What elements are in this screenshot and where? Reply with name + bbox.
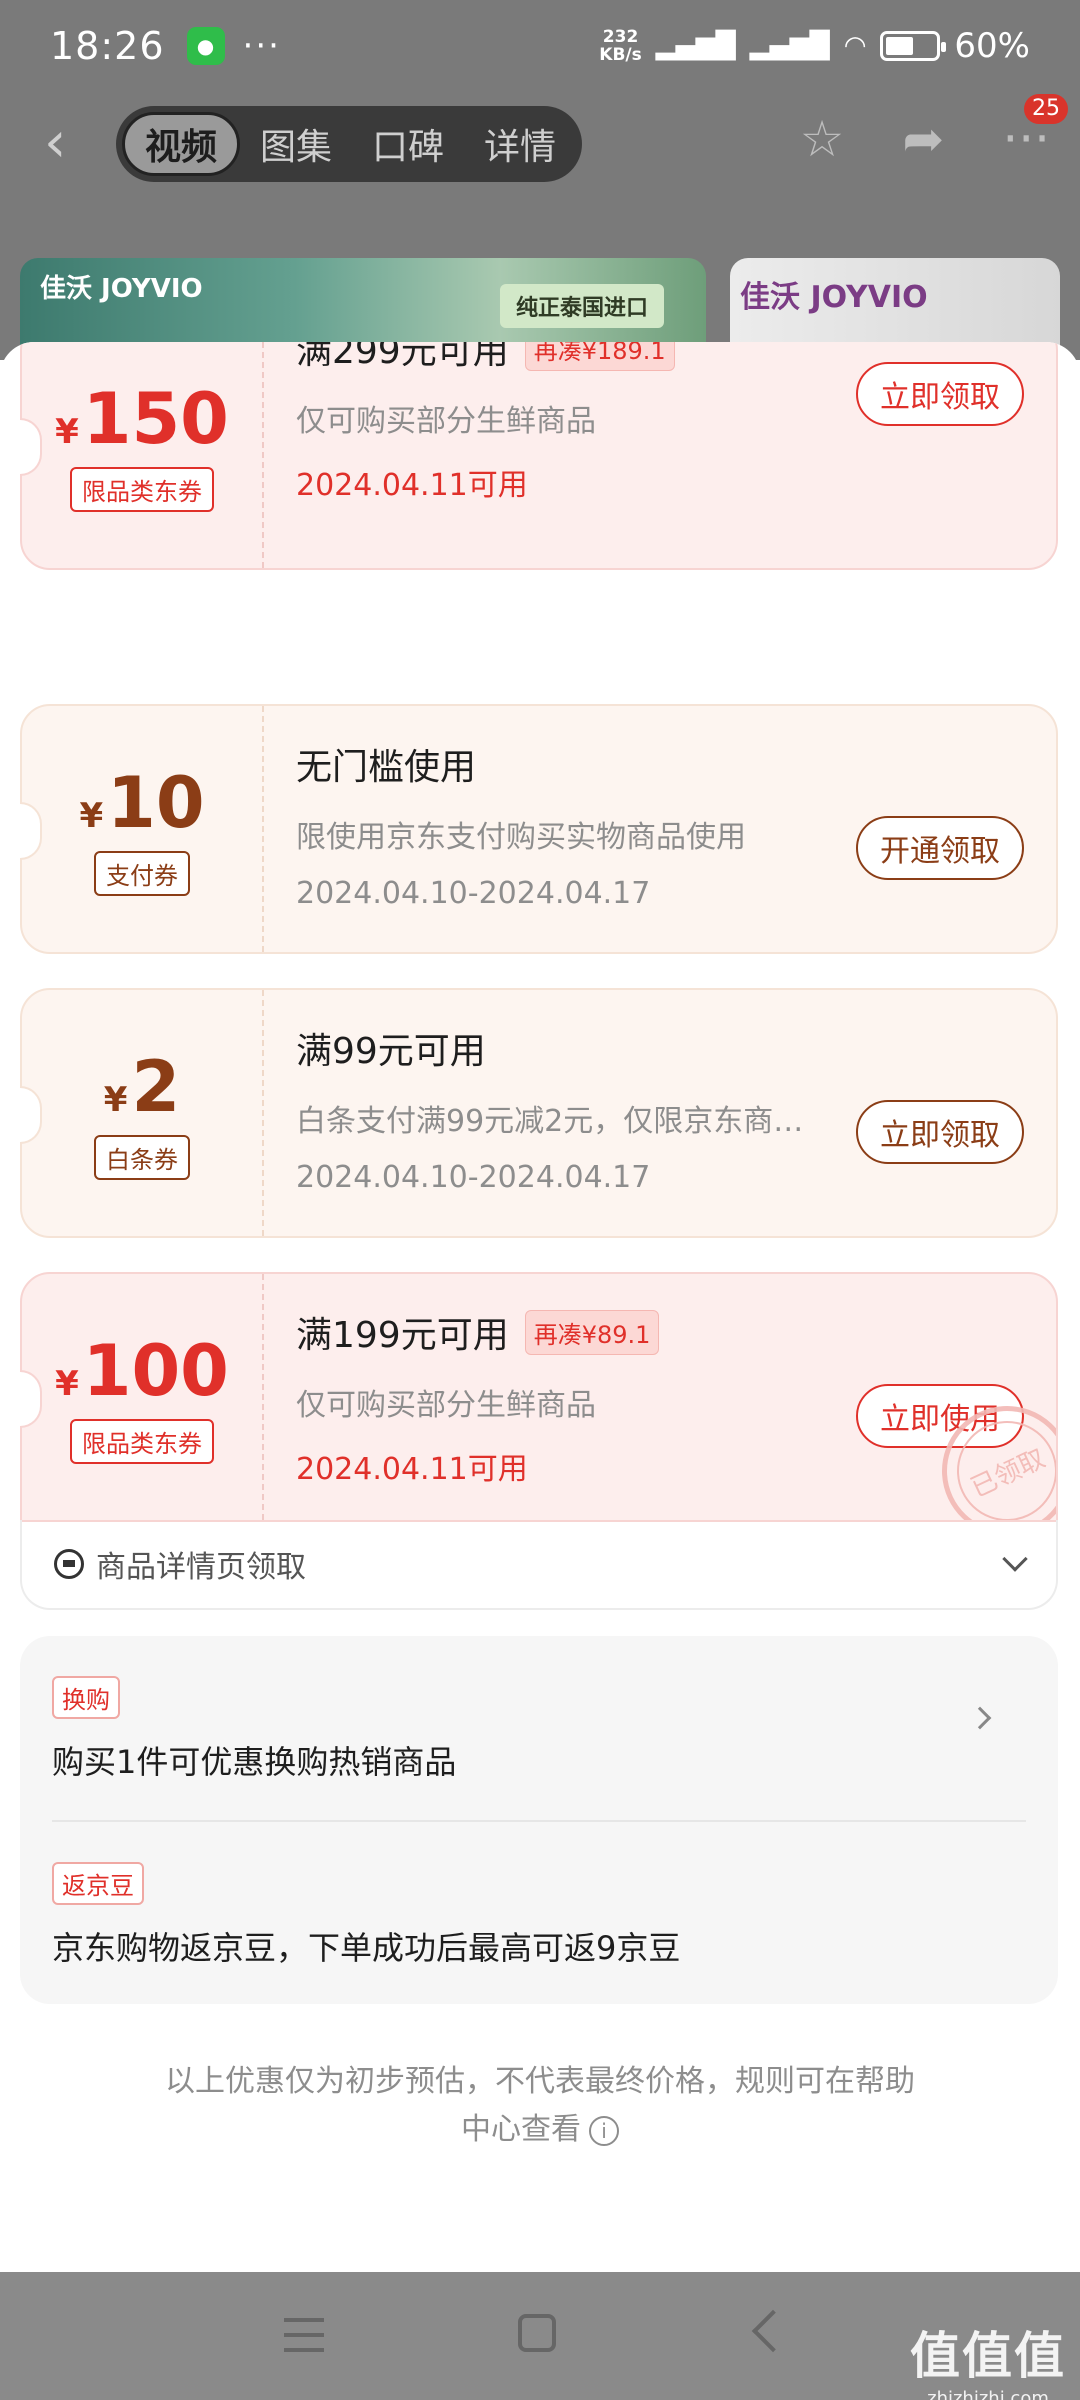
signal-icon-2: ▂▄▆█ bbox=[749, 31, 830, 61]
detail-row-label: 商品详情页领取 bbox=[96, 1550, 306, 1585]
disclaimer-line2: 中心查看 bbox=[461, 2112, 581, 2147]
coupon-amount: 100 bbox=[82, 1329, 229, 1412]
chevron-right-icon[interactable] bbox=[968, 1706, 992, 1730]
yen-symbol: ¥ bbox=[103, 1079, 128, 1120]
coupon-value: ¥100 限品类东券 bbox=[22, 1274, 264, 1520]
discount-sheet: 优惠 ¥150 限品类东券 满299元可用 再凑¥189.1 仅可购买部分生鲜商… bbox=[0, 342, 1080, 2272]
coupon-description: 限使用京东支付购买实物商品使用 bbox=[296, 820, 746, 855]
coupon-extra-tag: 再凑¥89.1 bbox=[524, 1309, 660, 1355]
promo-tag: 换购 bbox=[52, 1676, 120, 1719]
tab-reviews[interactable]: 口碑 bbox=[352, 112, 464, 176]
site-watermark: 值值值 zhizhizhi.com bbox=[910, 2316, 1066, 2400]
media-tabs: 视频 图集 口碑 详情 bbox=[116, 106, 583, 182]
wechat-icon: ● bbox=[186, 27, 225, 65]
promotions-box: 换购 购买1件可优惠换购热销商品 返京豆 京东购物返京豆，下单成功后最高可返9京… bbox=[20, 1636, 1058, 2004]
coupon-condition: 满199元可用 bbox=[296, 1315, 509, 1356]
coupon-card: ¥10 支付券 无门槛使用 限使用京东支付购买实物商品使用 2024.04.10… bbox=[20, 704, 1058, 954]
coupon-type-badge: 限品类东券 bbox=[70, 466, 214, 512]
coupon-extra-tag: 再凑¥189.1 bbox=[524, 342, 675, 371]
product-nav-bar: ‹ 视频 图集 口碑 详情 ☆ ➦ ··· 25 bbox=[0, 94, 1080, 190]
background-page: 18:26 ● ··· 232 KB/s ▂▄▆█ ▂▄▆█ ◠ 60% ‹ 视… bbox=[0, 0, 1080, 378]
share-icon[interactable]: ➦ bbox=[902, 110, 944, 168]
brand-logo: 佳沃 JOYVIO bbox=[40, 274, 203, 304]
watermark-logo: 值值值 bbox=[910, 2327, 1066, 2385]
detail-page-claim-row[interactable]: 商品详情页领取 bbox=[20, 1520, 1058, 1610]
coupon-value: ¥10 支付券 bbox=[22, 706, 264, 952]
coupon-description: 仅可购买部分生鲜商品 bbox=[296, 1388, 596, 1423]
more-notifications-icon: ··· bbox=[242, 26, 281, 66]
coupon-date: 2024.04.10-2024.04.17 bbox=[296, 876, 651, 911]
coupon-card: ¥2 白条券 满99元可用 白条支付满99元减2元，仅限京东商… 2024.04… bbox=[20, 988, 1058, 1238]
disclaimer-line1: 以上优惠仅为初步预估，不代表最终价格，规则可在帮助 bbox=[165, 2064, 915, 2099]
promo-tag: 返京豆 bbox=[52, 1862, 144, 1905]
ticket-icon bbox=[54, 1549, 84, 1579]
coupon-type-badge: 支付券 bbox=[94, 850, 190, 896]
watermark-url: zhizhizhi.com bbox=[927, 2388, 1049, 2400]
net-speed-value: 232 bbox=[602, 27, 639, 47]
claim-button[interactable]: 立即领取 bbox=[856, 1100, 1024, 1164]
coupon-type-badge: 白条券 bbox=[94, 1134, 190, 1180]
signal-icon: ▂▄▆█ bbox=[655, 31, 736, 61]
yen-symbol: ¥ bbox=[55, 411, 79, 452]
coupon-date: 2024.04.10-2024.04.17 bbox=[296, 1160, 651, 1195]
yen-symbol: ¥ bbox=[55, 1363, 79, 1404]
banner-slogan: 纯正泰国进口 bbox=[500, 284, 665, 328]
status-time: 18:26 bbox=[50, 24, 165, 68]
system-back-icon[interactable] bbox=[751, 2309, 795, 2353]
coupon-condition: 满99元可用 bbox=[296, 1031, 486, 1072]
back-icon[interactable]: ‹ bbox=[44, 115, 84, 171]
net-speed-unit: KB/s bbox=[599, 45, 642, 65]
coupon-card: ¥100 限品类东券 满199元可用 再凑¥89.1 仅可购买部分生鲜商品 20… bbox=[20, 1272, 1058, 1522]
home-icon[interactable] bbox=[518, 2314, 556, 2352]
battery-percent: 60% bbox=[954, 26, 1030, 66]
yen-symbol: ¥ bbox=[79, 795, 104, 836]
coupon-date: 2024.04.11可用 bbox=[296, 468, 528, 503]
battery-fill bbox=[886, 37, 913, 55]
coupon-type-badge: 限品类东券 bbox=[70, 1418, 214, 1464]
tab-details[interactable]: 详情 bbox=[464, 112, 576, 176]
claim-button[interactable]: 立即领取 bbox=[856, 362, 1024, 426]
activate-claim-button[interactable]: 开通领取 bbox=[856, 816, 1024, 880]
brand-logo-2: 佳沃 JOYVIO bbox=[740, 280, 928, 315]
promo-text: 购买1件可优惠换购热销商品 bbox=[52, 1743, 457, 1781]
coupon-description: 仅可购买部分生鲜商品 bbox=[296, 404, 596, 439]
coupon-value: ¥2 白条券 bbox=[22, 990, 264, 1236]
message-badge: 25 bbox=[1024, 94, 1068, 124]
recents-menu-icon[interactable] bbox=[284, 2318, 324, 2352]
coupon-amount: 150 bbox=[82, 377, 229, 460]
net-speed: 232 KB/s bbox=[599, 28, 641, 64]
coupon-amount: 10 bbox=[107, 761, 205, 844]
tab-gallery[interactable]: 图集 bbox=[240, 112, 352, 176]
disclaimer: 以上优惠仅为初步预估，不代表最终价格，规则可在帮助 中心查看 i bbox=[120, 2058, 960, 2154]
coupon-condition: 无门槛使用 bbox=[296, 747, 477, 788]
coupon-amount: 2 bbox=[131, 1045, 181, 1128]
coupon-condition: 满299元可用 bbox=[296, 342, 509, 372]
favorite-star-icon[interactable]: ☆ bbox=[800, 110, 845, 168]
promo-text: 京东购物返京豆，下单成功后最高可返9京豆 bbox=[52, 1929, 681, 1967]
status-bar: 18:26 ● ··· 232 KB/s ▂▄▆█ ▂▄▆█ ◠ 60% bbox=[0, 0, 1080, 92]
promo-item-jingdou: 返京豆 京东购物返京豆，下单成功后最高可返9京豆 bbox=[52, 1820, 1026, 2004]
more-menu-icon[interactable]: ··· 25 bbox=[1002, 94, 1068, 168]
info-icon[interactable]: i bbox=[589, 2115, 619, 2146]
chevron-down-icon[interactable] bbox=[1002, 1546, 1028, 1572]
wifi-icon: ◠ bbox=[843, 31, 867, 61]
promo-item-exchange[interactable]: 换购 购买1件可优惠换购热销商品 bbox=[52, 1636, 1026, 1820]
battery-icon bbox=[880, 31, 947, 61]
coupon-value: ¥150 限品类东券 bbox=[22, 342, 264, 568]
coupon-card: ¥150 限品类东券 满299元可用 再凑¥189.1 仅可购买部分生鲜商品 2… bbox=[20, 342, 1058, 570]
tab-video[interactable]: 视频 bbox=[122, 112, 241, 176]
coupon-description: 白条支付满99元减2元，仅限京东商… bbox=[296, 1104, 804, 1139]
